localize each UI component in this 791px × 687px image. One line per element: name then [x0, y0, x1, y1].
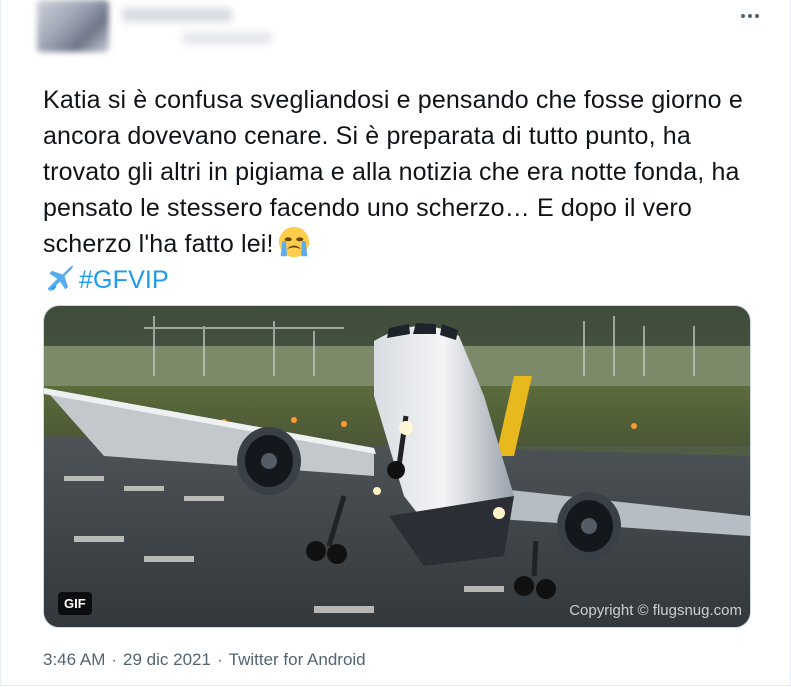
media-watermark: Copyright © flugsnug.com: [569, 602, 742, 619]
display-name-redacted[interactable]: [122, 8, 232, 22]
hashtag-link[interactable]: #GFVIP: [79, 266, 169, 294]
tweet-media-gif[interactable]: GIF Copyright © flugsnug.com: [43, 305, 751, 628]
tweet-body: Katia si è confusa svegliandosi e pensan…: [43, 86, 750, 258]
handle-redacted[interactable]: [182, 32, 272, 44]
gif-badge: GIF: [58, 592, 92, 615]
avatar[interactable]: [37, 0, 109, 52]
tweet-header: [17, 0, 777, 60]
loudly-crying-face-icon: [278, 226, 309, 258]
tweet-metadata: 3:46 AM · 29 dic 2021 · Twitter for Andr…: [43, 650, 366, 670]
airplane-gif-image: [44, 306, 750, 627]
more-options-button[interactable]: [733, 2, 767, 30]
tweet-date[interactable]: 29 dic 2021: [123, 650, 211, 670]
separator: ·: [216, 650, 223, 669]
tweet-card: Katia si è confusa svegliandosi e pensan…: [0, 0, 791, 686]
tweet-time[interactable]: 3:46 AM: [43, 650, 105, 670]
tweet-text: Katia si è confusa svegliandosi e pensan…: [43, 82, 753, 298]
more-horizontal-icon: [740, 14, 761, 18]
airplane-icon: [47, 265, 74, 292]
separator: ·: [111, 650, 118, 669]
tweet-source[interactable]: Twitter for Android: [229, 650, 366, 670]
